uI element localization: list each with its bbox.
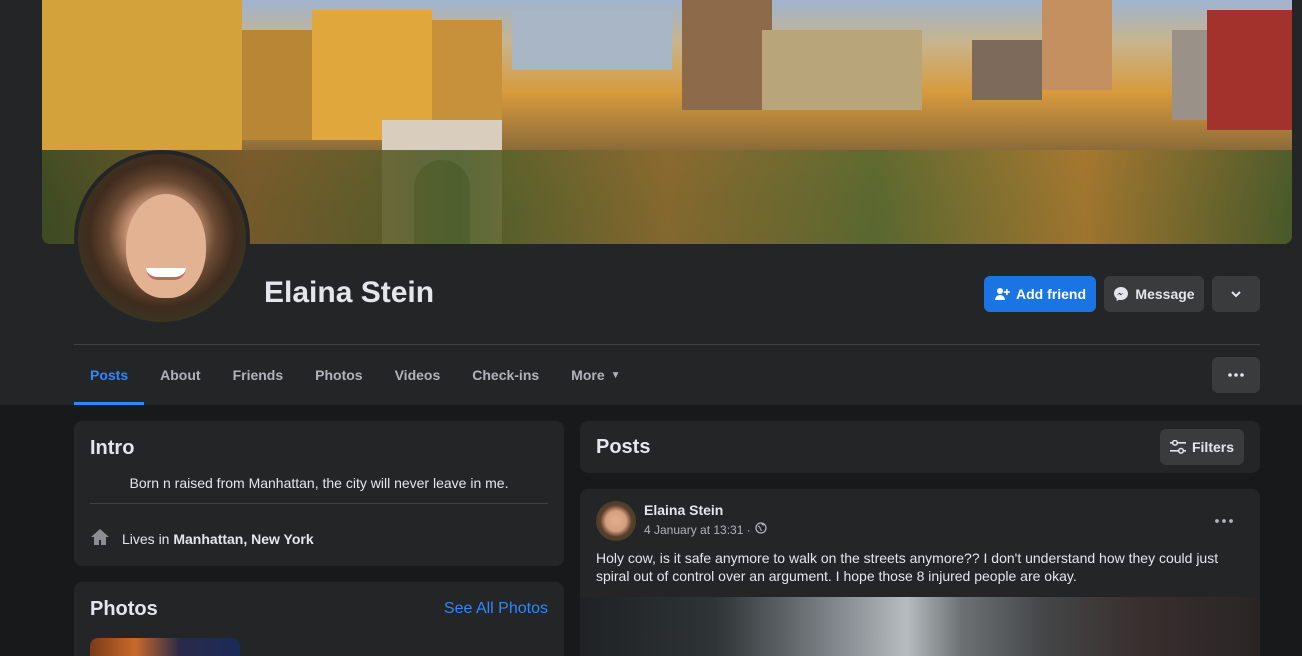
add-person-icon xyxy=(994,286,1010,302)
add-friend-button[interactable]: Add friend xyxy=(984,276,1096,312)
messenger-icon xyxy=(1113,286,1129,302)
profile-options-button[interactable] xyxy=(1212,276,1260,312)
more-horizontal-icon xyxy=(1228,373,1244,377)
post-options-button[interactable] xyxy=(1210,507,1238,531)
intro-divider xyxy=(90,503,548,504)
see-all-photos-link[interactable]: See All Photos xyxy=(444,600,548,618)
tab-check-ins[interactable]: Check-ins xyxy=(456,345,555,405)
post-timestamp-row: 4 January at 13:31 · xyxy=(644,522,767,537)
intro-card: Intro Born n raised from Manhattan, the … xyxy=(74,421,564,566)
globe-icon xyxy=(755,522,767,537)
profile-avatar[interactable] xyxy=(74,150,250,326)
filters-icon xyxy=(1169,440,1186,454)
tabs-more-options-button[interactable] xyxy=(1212,357,1260,393)
chevron-down-icon xyxy=(1230,288,1242,300)
posts-header-card: Posts Filters xyxy=(580,421,1260,473)
filters-label: Filters xyxy=(1191,439,1234,455)
more-horizontal-icon xyxy=(1215,510,1233,528)
tab-photos[interactable]: Photos xyxy=(299,345,378,405)
post-timestamp[interactable]: 4 January at 13:31 · xyxy=(644,523,751,537)
profile-name: Elaina Stein xyxy=(264,276,435,309)
intro-title: Intro xyxy=(90,437,135,459)
caret-down-icon: ▼ xyxy=(610,369,621,381)
post-author-name[interactable]: Elaina Stein xyxy=(644,502,723,518)
filters-button[interactable]: Filters xyxy=(1160,429,1244,465)
tab-videos[interactable]: Videos xyxy=(379,345,457,405)
post-card: Elaina Stein 4 January at 13:31 · Holy c… xyxy=(580,489,1260,656)
photos-card: Photos See All Photos xyxy=(74,582,564,656)
tab-friends[interactable]: Friends xyxy=(217,345,300,405)
message-label: Message xyxy=(1135,286,1195,302)
lives-in-prefix: Lives in xyxy=(122,530,170,547)
tab-about[interactable]: About xyxy=(144,345,216,405)
tab-posts[interactable]: Posts xyxy=(74,345,145,405)
profile-tabs: Posts About Friends Photos Videos Check-… xyxy=(74,345,637,405)
lives-in-row: Lives in Manhattan, New York xyxy=(90,527,314,550)
add-friend-label: Add friend xyxy=(1016,286,1086,302)
tab-more[interactable]: More ▼ xyxy=(555,345,636,405)
photos-title: Photos xyxy=(90,598,158,620)
lives-in-place[interactable]: Manhattan, New York xyxy=(173,531,313,547)
posts-title: Posts xyxy=(596,436,651,458)
post-text: Holy cow, is it safe anymore to walk on … xyxy=(596,550,1219,584)
photo-thumbnail[interactable] xyxy=(90,638,240,656)
post-author-avatar[interactable] xyxy=(596,501,636,541)
message-button[interactable]: Message xyxy=(1104,276,1204,312)
intro-bio: Born n raised from Manhattan, the city w… xyxy=(129,475,509,491)
post-media[interactable] xyxy=(580,597,1260,656)
home-icon xyxy=(90,527,110,550)
